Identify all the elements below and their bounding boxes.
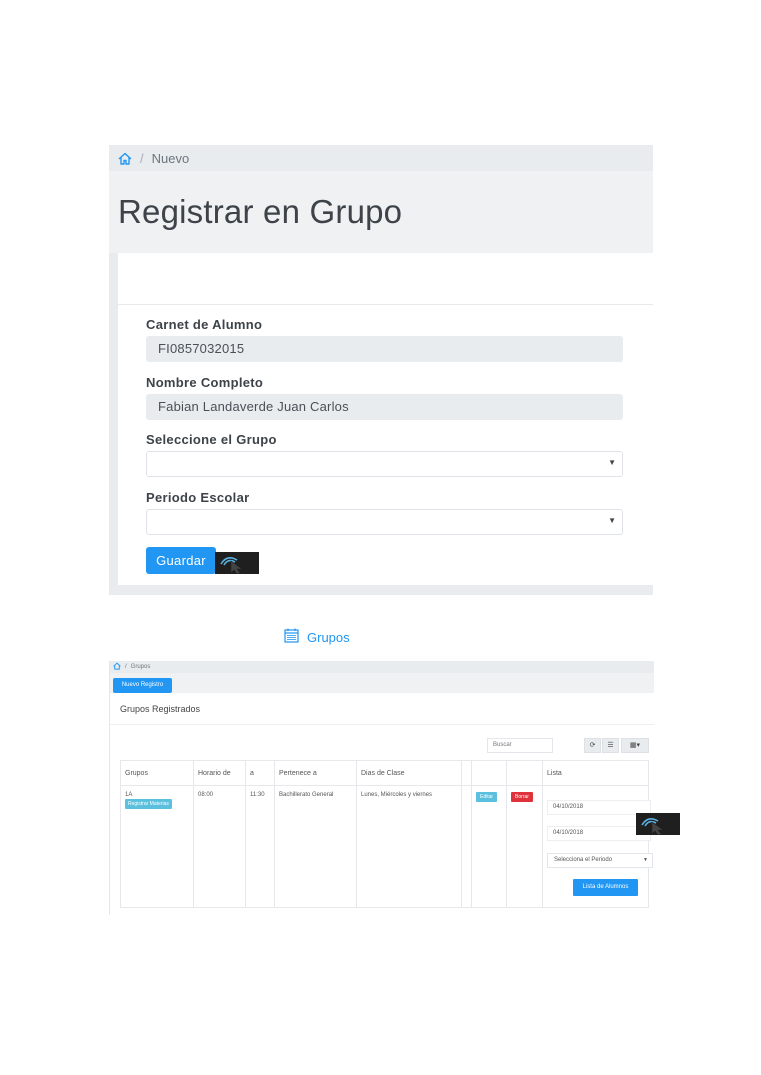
breadcrumb-current: Nuevo — [151, 150, 190, 166]
period-select[interactable]: Selecciona el Periodo ▼ — [547, 853, 653, 868]
list-view-icon[interactable]: ☰ — [602, 738, 619, 753]
chevron-down-icon: ▼ — [608, 458, 616, 467]
chevron-down-icon: ▼ — [643, 857, 648, 863]
grupo-label: Seleccione el Grupo — [146, 432, 277, 447]
column-header[interactable]: Pertenece a — [274, 760, 357, 786]
column-header — [506, 760, 543, 786]
edit-button[interactable]: Editar — [476, 792, 498, 802]
grupos-screenshot: / Grupos Nuevo Registro Grupos Registrad… — [109, 661, 654, 915]
cell-dias: Lunes, Miércoles y viernes — [356, 785, 462, 908]
grupos-caption: Grupos — [284, 628, 350, 646]
nombre-label: Nombre Completo — [146, 375, 264, 390]
click-cursor-icon — [215, 552, 259, 574]
breadcrumb-separator: / — [140, 150, 144, 166]
search-input[interactable]: Buscar — [487, 738, 553, 753]
columns-dropdown-icon[interactable]: ▦▾ — [621, 738, 649, 753]
cell-horario-de: 08:00 — [193, 785, 246, 908]
cell-editar: Editar — [471, 785, 507, 908]
cell-lista: 04/10/2018 04/10/2018 Selecciona el Peri… — [542, 785, 653, 908]
page-title: Registrar en Grupo — [118, 193, 403, 230]
registration-form-card: Carnet de Alumno FI0857032015 Nombre Com… — [118, 253, 653, 585]
carnet-field: FI0857032015 — [146, 336, 623, 362]
card-title: Grupos Registrados — [120, 704, 201, 714]
calendar-icon — [284, 628, 299, 646]
column-header[interactable]: Lista — [542, 760, 649, 786]
column-header[interactable]: Dias de Clase — [356, 760, 462, 786]
save-button[interactable]: Guardar — [146, 547, 216, 574]
student-list-button[interactable]: Lista de Alumnos — [573, 879, 638, 896]
column-header — [471, 760, 507, 786]
registrar-materias-button[interactable]: Registrar Materias — [125, 799, 172, 809]
column-header[interactable]: a — [245, 760, 275, 786]
home-icon[interactable] — [118, 152, 132, 165]
period-select-label: Selecciona el Periodo — [554, 857, 613, 863]
column-header — [461, 760, 472, 786]
registrar-grupo-screenshot: / Nuevo Registrar en Grupo Carnet de Alu… — [109, 145, 653, 595]
column-header[interactable]: Horario de — [193, 760, 246, 786]
table-header-row: Grupos Horario de a Pertenece a Dias de … — [120, 760, 649, 786]
table-row: 1A Registrar Materias 08:00 11:30 Bachil… — [120, 785, 653, 908]
grupo-select[interactable]: ▼ — [146, 451, 623, 477]
cell-horario-a: 11:30 — [245, 785, 275, 908]
breadcrumb-current: Grupos — [130, 664, 151, 670]
toolbar-strip — [110, 673, 654, 693]
breadcrumb: / Grupos — [110, 661, 654, 673]
grupos-caption-text: Grupos — [307, 629, 350, 645]
cell-empty — [461, 785, 472, 908]
new-record-button[interactable]: Nuevo Registro — [113, 678, 172, 693]
click-cursor-icon — [636, 813, 680, 835]
carnet-label: Carnet de Alumno — [146, 317, 263, 332]
nombre-field: Fabian Landaverde Juan Carlos — [146, 394, 623, 420]
column-header[interactable]: Grupos — [120, 760, 194, 786]
grupo-name: 1A — [125, 792, 133, 798]
groups-table: Grupos Horario de a Pertenece a Dias de … — [120, 760, 653, 908]
chevron-down-icon: ▼ — [608, 516, 616, 525]
breadcrumb: / Nuevo — [109, 145, 653, 171]
periodo-select[interactable]: ▼ — [146, 509, 623, 535]
refresh-icon[interactable]: ⟳ — [584, 738, 601, 753]
breadcrumb-separator: / — [125, 664, 127, 670]
delete-button[interactable]: Borrar — [511, 792, 533, 802]
cell-borrar: Borrar — [506, 785, 543, 908]
periodo-label: Periodo Escolar — [146, 490, 250, 505]
divider — [110, 724, 654, 725]
home-icon[interactable] — [113, 662, 121, 672]
cell-grupo: 1A Registrar Materias — [120, 785, 194, 908]
cell-pertenece: Bachillerato General — [274, 785, 357, 908]
card-header — [118, 253, 653, 305]
